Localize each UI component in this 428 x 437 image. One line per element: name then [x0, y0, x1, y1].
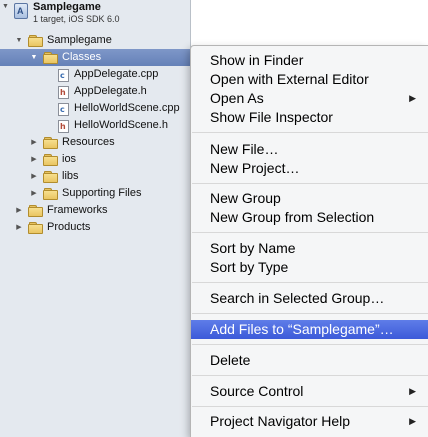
- disclosure-right-icon[interactable]: ▶: [29, 134, 39, 151]
- menu-separator: [192, 183, 428, 184]
- folder-icon: [28, 205, 43, 217]
- cpp-file-icon: c: [58, 103, 69, 116]
- tree-row-label: AppDelegate.cpp: [74, 68, 159, 80]
- folder-icon: [28, 222, 43, 234]
- menu-separator: [192, 344, 428, 345]
- folder-icon: [43, 137, 58, 149]
- folder-icon: [43, 171, 58, 183]
- disclosure-right-icon[interactable]: ▶: [14, 202, 24, 219]
- xcode-project-icon: A: [14, 3, 28, 19]
- tree-row-label: AppDelegate.h: [74, 85, 147, 97]
- tree-row-ios[interactable]: ▶ ios: [0, 151, 190, 168]
- disclosure-right-icon[interactable]: ▶: [29, 168, 39, 185]
- tree-row-appdelegate-h[interactable]: h AppDelegate.h: [0, 83, 190, 100]
- folder-icon: [43, 154, 58, 166]
- menu-item-show-in-finder[interactable]: Show in Finder: [191, 51, 428, 70]
- tree-row-label: Classes: [62, 51, 102, 63]
- menu-item-label: Sort by Type: [210, 259, 289, 275]
- menu-item-new-file[interactable]: New File…: [191, 140, 428, 159]
- menu-item-label: Show File Inspector: [210, 109, 333, 125]
- tree-row-label: libs: [62, 170, 79, 182]
- project-subtitle: 1 target, iOS SDK 6.0: [33, 14, 120, 24]
- menu-item-project-navigator-help[interactable]: Project Navigator Help ▶: [191, 412, 428, 431]
- tree-row-supporting-files[interactable]: ▶ Supporting Files: [0, 185, 190, 202]
- disclosure-down-icon[interactable]: ▼: [14, 32, 24, 49]
- folder-icon: [43, 52, 58, 64]
- menu-item-label: Search in Selected Group…: [210, 290, 385, 306]
- menu-item-label: Open with External Editor: [210, 71, 369, 87]
- menu-item-label: New Group: [210, 190, 281, 206]
- tree-row-label: HelloWorldScene.h: [74, 119, 168, 131]
- cpp-file-icon: c: [58, 69, 69, 82]
- menu-item-open-as[interactable]: Open As ▶: [191, 89, 428, 108]
- menu-item-label: Open As: [210, 90, 264, 106]
- header-file-icon: h: [58, 120, 69, 133]
- menu-item-sort-by-name[interactable]: Sort by Name: [191, 239, 428, 258]
- tree-row-appdelegate-cpp[interactable]: c AppDelegate.cpp: [0, 66, 190, 83]
- tree-row-label: ios: [62, 153, 77, 165]
- project-root-row[interactable]: ▼ A Samplegame 1 target, iOS SDK 6.0: [0, 0, 190, 32]
- menu-item-delete[interactable]: Delete: [191, 351, 428, 370]
- menu-item-label: Sort by Name: [210, 240, 296, 256]
- project-navigator: ▼ A Samplegame 1 target, iOS SDK 6.0 ▼ S…: [0, 0, 191, 437]
- menu-item-source-control[interactable]: Source Control ▶: [191, 382, 428, 401]
- menu-item-new-project[interactable]: New Project…: [191, 159, 428, 178]
- menu-separator: [192, 132, 428, 133]
- tree-row-helloworldscene-cpp[interactable]: c HelloWorldScene.cpp: [0, 100, 190, 117]
- tree-row-resources[interactable]: ▶ Resources: [0, 134, 190, 151]
- folder-icon: [43, 188, 58, 200]
- menu-item-new-group[interactable]: New Group: [191, 189, 428, 208]
- tree-row-label: Samplegame: [47, 34, 112, 46]
- menu-item-label: New File…: [210, 141, 279, 157]
- tree-row-samplegame[interactable]: ▼ Samplegame: [0, 32, 190, 49]
- folder-icon: [28, 35, 43, 47]
- menu-item-label: New Group from Selection: [210, 209, 375, 225]
- menu-item-sort-by-type[interactable]: Sort by Type: [191, 258, 428, 277]
- submenu-arrow-icon: ▶: [409, 386, 416, 396]
- menu-item-label: Show in Finder: [210, 52, 304, 68]
- submenu-arrow-icon: ▶: [409, 416, 416, 426]
- header-file-icon: h: [58, 86, 69, 99]
- menu-item-new-group-from-selection[interactable]: New Group from Selection: [191, 208, 428, 227]
- tree-row-label: Frameworks: [47, 204, 108, 216]
- disclosure-down-icon[interactable]: ▼: [2, 3, 9, 10]
- disclosure-right-icon[interactable]: ▶: [29, 151, 39, 168]
- menu-separator: [192, 406, 428, 407]
- menu-item-label: Source Control: [210, 383, 304, 399]
- menu-item-show-file-inspector[interactable]: Show File Inspector: [191, 108, 428, 127]
- context-menu: Show in Finder Open with External Editor…: [190, 45, 428, 437]
- tree-row-libs[interactable]: ▶ libs: [0, 168, 190, 185]
- menu-item-search-in-selected-group[interactable]: Search in Selected Group…: [191, 289, 428, 308]
- menu-separator: [192, 313, 428, 314]
- tree-row-classes[interactable]: ▼ Classes: [0, 49, 190, 66]
- menu-item-label: Add Files to “Samplegame”…: [210, 321, 394, 337]
- tree-row-frameworks[interactable]: ▶ Frameworks: [0, 202, 190, 219]
- menu-item-label: Project Navigator Help: [210, 413, 351, 429]
- menu-separator: [192, 375, 428, 376]
- tree-row-helloworldscene-h[interactable]: h HelloWorldScene.h: [0, 117, 190, 134]
- submenu-arrow-icon: ▶: [409, 93, 416, 103]
- menu-separator: [192, 282, 428, 283]
- tree-row-label: Resources: [62, 136, 115, 148]
- menu-separator: [192, 232, 428, 233]
- tree-row-label: Products: [47, 221, 91, 233]
- disclosure-right-icon[interactable]: ▶: [29, 185, 39, 202]
- disclosure-right-icon[interactable]: ▶: [14, 219, 24, 236]
- menu-item-label: Delete: [210, 352, 251, 368]
- project-name: Samplegame: [33, 1, 101, 13]
- menu-item-add-files[interactable]: Add Files to “Samplegame”…: [191, 320, 428, 339]
- disclosure-down-icon[interactable]: ▼: [29, 49, 39, 66]
- tree-row-label: Supporting Files: [62, 187, 142, 199]
- tree-row-label: HelloWorldScene.cpp: [74, 102, 180, 114]
- menu-item-label: New Project…: [210, 160, 300, 176]
- tree-row-products[interactable]: ▶ Products: [0, 219, 190, 236]
- menu-item-open-external-editor[interactable]: Open with External Editor: [191, 70, 428, 89]
